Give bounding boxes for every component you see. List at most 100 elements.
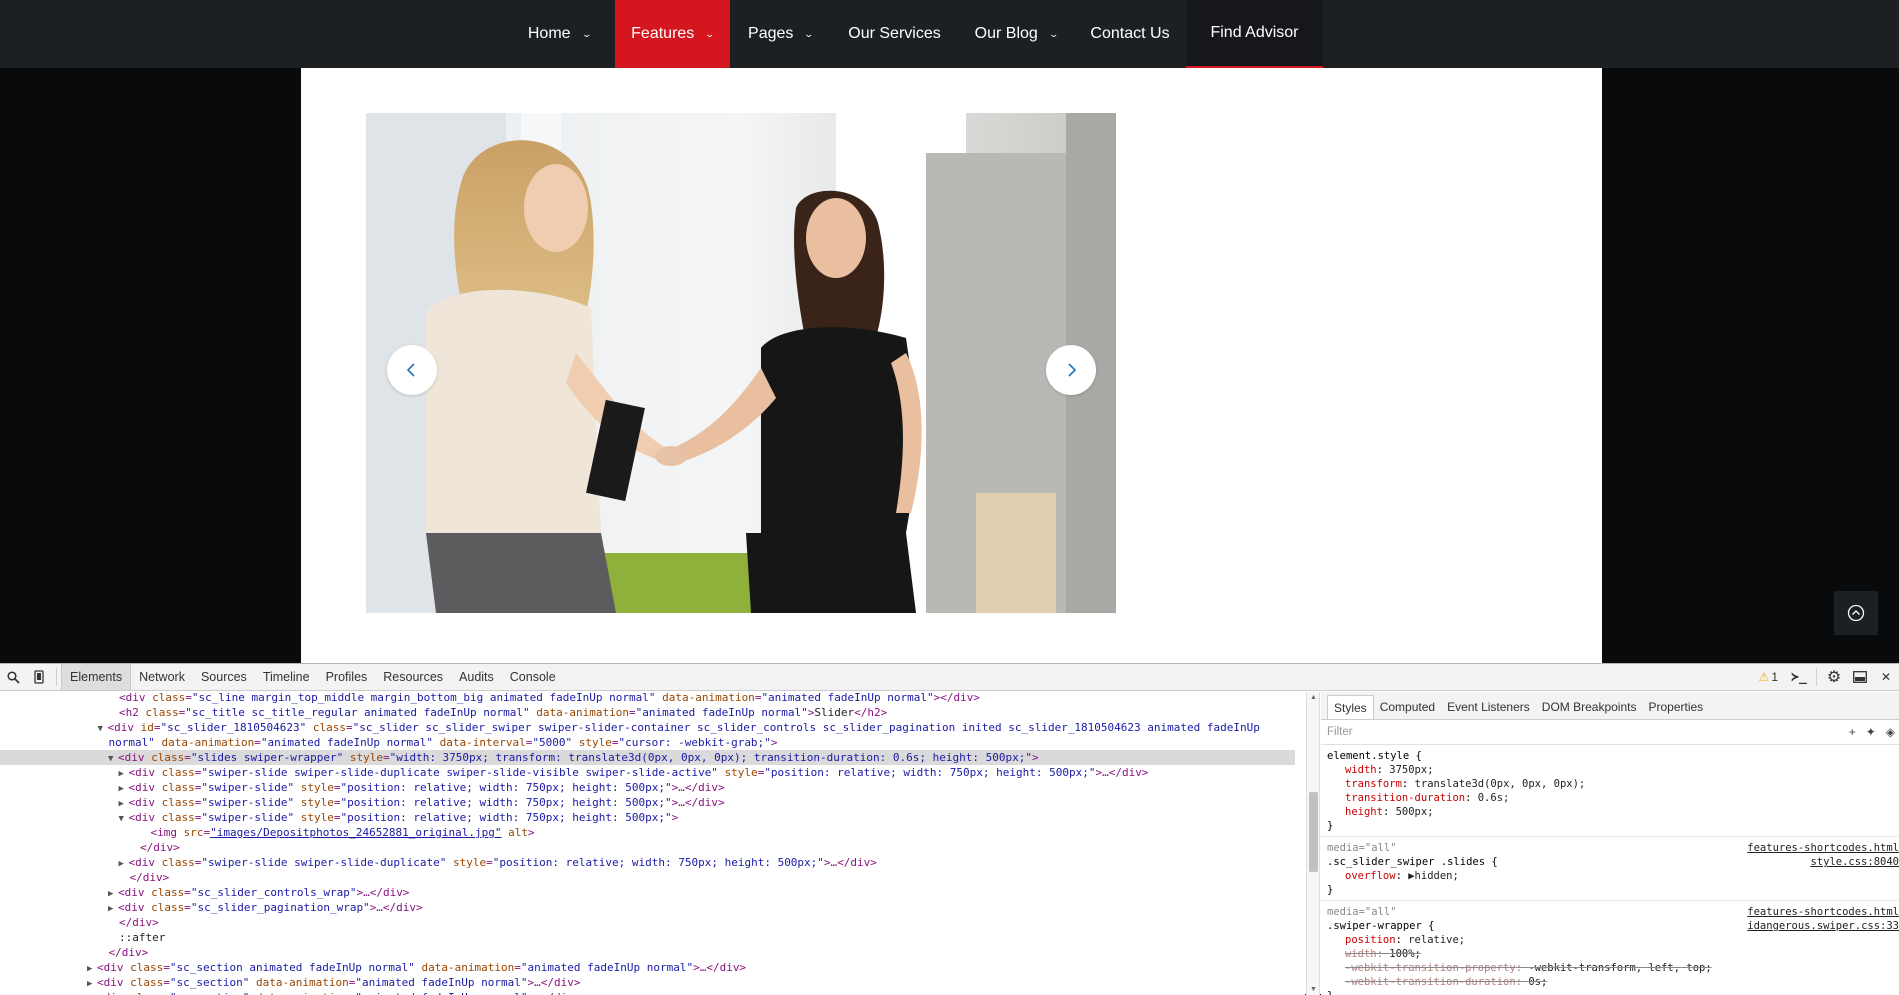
dom-line[interactable]: ▶<div class="sc_section" data-animation=… [0,975,1295,990]
rule-source-link[interactable]: features-shortcodes.html style.css:8040 [1747,841,1899,869]
pin-icon[interactable]: ✦ [1866,725,1876,739]
dom-line[interactable]: </div> [0,840,1295,855]
tab-sources[interactable]: Sources [193,664,255,690]
collapsed-triangle-icon[interactable]: ▶ [87,977,97,990]
image-slider[interactable] [366,113,1116,613]
toolbar-divider [1816,668,1817,686]
dom-line[interactable]: </div> [0,945,1295,960]
style-rule[interactable]: element.style {width: 3750px; transform: … [1321,745,1899,837]
dom-scrollbar[interactable]: ▲ ▼ [1306,692,1320,995]
expanded-triangle-icon[interactable]: ▼ [98,722,108,735]
css-property[interactable]: transition-duration: 0.6s; [1327,791,1893,805]
new-rule-icon[interactable]: + [1849,725,1856,739]
rule-source-link[interactable]: features-shortcodes.html idangerous.swipe… [1747,905,1899,933]
source-line[interactable]: style.css:8040 [1747,855,1899,869]
dom-line[interactable]: <h2 class = "sc_title sc_title_regular ani… [0,705,1295,720]
search-icon[interactable] [0,664,26,690]
gear-icon[interactable]: ⚙ [1821,664,1847,690]
nav-item-pages[interactable]: Pages ⌄ [730,0,831,68]
css-property[interactable]: -webkit-transition-property: -webkit-tra… [1327,961,1893,975]
nav-item-contact-us[interactable]: Contact Us [1074,0,1186,68]
tab-profiles[interactable]: Profiles [318,664,376,690]
style-rule[interactable]: features-shortcodes.html style.css:8040 me… [1321,837,1899,901]
dom-token: ></div> [933,692,980,704]
styles-tab-properties[interactable]: Properties [1642,695,1709,719]
dock-side-icon[interactable] [1847,664,1873,690]
expanded-triangle-icon[interactable]: ▼ [108,752,118,765]
tab-elements[interactable]: Elements [61,664,132,690]
dom-line[interactable]: ▶ <div class="swiper-slide" style="positi… [0,795,1295,810]
nav-item-features[interactable]: Features ⌄ [615,0,730,68]
source-line[interactable]: features-shortcodes.html [1747,905,1899,919]
css-property[interactable]: -webkit-transition-duration: 0s; [1327,975,1893,989]
dom-line[interactable]: ▶ <div class="swiper-slide swiper-slide-d… [0,855,1295,870]
css-property[interactable]: width: 100%; [1327,947,1893,961]
dom-lines: <div class="sc_line margin_top_middle ma… [0,692,1295,995]
dom-line[interactable]: ::after [0,930,1295,945]
dom-line[interactable]: ▶ <div class="sc_slider_controls_wrap">…<… [0,885,1295,900]
nav-item-home[interactable]: Home ⌄ [503,0,615,68]
styles-tab-computed[interactable]: Computed [1374,695,1441,719]
css-property[interactable]: height: 500px; [1327,805,1893,819]
collapsed-triangle-icon[interactable]: ▶ [108,902,118,915]
dom-line[interactable]: <div class="sc_line margin_top_middle ma… [0,692,1295,705]
dom-line[interactable]: normal" data-animation="animated fadeInU… [0,735,1295,750]
styles-tab-event-listeners[interactable]: Event Listeners [1441,695,1536,719]
dom-token: "images/Depositphotos_24652881_original.… [210,826,502,839]
console-drawer-icon[interactable]: ≻_ [1786,664,1812,690]
scroll-thumb[interactable] [1309,792,1318,872]
dom-line[interactable]: ▼ <div class="slides swiper-wrapper" styl… [0,750,1295,765]
dom-token [415,961,422,974]
filter-input[interactable]: Filter [1327,726,1353,738]
scroll-down-icon[interactable]: ▼ [1310,986,1317,993]
dom-token: = [514,961,521,974]
styles-filter[interactable]: Filter + ✦ ◈ [1321,720,1899,745]
dom-line[interactable]: </div> [0,915,1295,930]
dom-token: data-animation [421,961,515,974]
close-icon[interactable]: ✕ [1873,664,1899,690]
collapsed-triangle-icon[interactable]: ▶ [108,887,118,900]
style-rule[interactable]: features-shortcodes.html idangerous.swipe… [1321,901,1899,995]
dom-line[interactable]: ▶ <div class="swiper-slide swiper-slide-d… [0,765,1295,780]
css-property[interactable]: overflow: ▶hidden; [1327,869,1893,883]
collapsed-triangle-icon[interactable]: ▶ [119,782,129,795]
collapsed-triangle-icon[interactable]: ▶ [119,797,129,810]
styles-tab-dom-breakpoints[interactable]: DOM Breakpoints [1536,695,1643,719]
toolbar-divider [56,668,57,686]
scroll-up-icon[interactable]: ▲ [1310,694,1317,701]
warning-counter[interactable]: ⚠ 1 [1759,670,1778,684]
dom-line[interactable]: ▶<div class="sc_section" data-animation=… [0,990,1295,995]
tab-audits[interactable]: Audits [451,664,502,690]
dom-line[interactable]: ▶ <div class="swiper-slide" style="positi… [0,780,1295,795]
dom-line[interactable]: ▼ <div class="swiper-slide" style="positi… [0,810,1295,825]
dom-line[interactable]: </div> [0,870,1295,885]
collapsed-triangle-icon[interactable]: ▶ [119,767,129,780]
css-property[interactable]: transform: translate3d(0px, 0px, 0px); [1327,777,1893,791]
dom-line[interactable]: ▼ <div id="sc_slider_1810504623" class="s… [0,720,1295,735]
tab-timeline[interactable]: Timeline [255,664,318,690]
scroll-to-top-button[interactable] [1834,591,1878,635]
slider-prev-button[interactable] [387,345,437,395]
dom-line[interactable]: ▶ <div class="sc_section animated fadeInU… [0,960,1295,975]
dom-token: data-animation [256,991,349,995]
device-mode-icon[interactable] [26,664,52,690]
slider-next-button[interactable] [1046,345,1096,395]
nav-item-our-services[interactable]: Our Services [831,0,958,68]
dom-line[interactable]: <img src="images/Depositphotos_24652881_… [0,825,1295,840]
css-property[interactable]: position: relative; [1327,933,1893,947]
expanded-triangle-icon[interactable]: ▼ [119,812,129,825]
nav-item-find-advisor[interactable]: Find Advisor [1186,0,1323,68]
collapsed-triangle-icon[interactable]: ▶ [87,962,97,975]
tab-resources[interactable]: Resources [375,664,451,690]
styles-tab-styles[interactable]: Styles [1327,695,1374,719]
elements-dom-tree[interactable]: <div class="sc_line margin_top_middle ma… [0,692,1305,995]
css-property[interactable]: width: 3750px; [1327,763,1893,777]
source-line[interactable]: features-shortcodes.html [1747,841,1899,855]
element-state-icon[interactable]: ◈ [1886,725,1895,739]
tab-console[interactable]: Console [502,664,564,690]
nav-item-our-blog[interactable]: Our Blog ⌄ [958,0,1074,68]
tab-network[interactable]: Network [131,664,193,690]
source-line[interactable]: idangerous.swiper.css:33 [1747,919,1899,933]
collapsed-triangle-icon[interactable]: ▶ [119,857,129,870]
dom-line[interactable]: ▶ <div class="sc_slider_pagination_wrap">… [0,900,1295,915]
